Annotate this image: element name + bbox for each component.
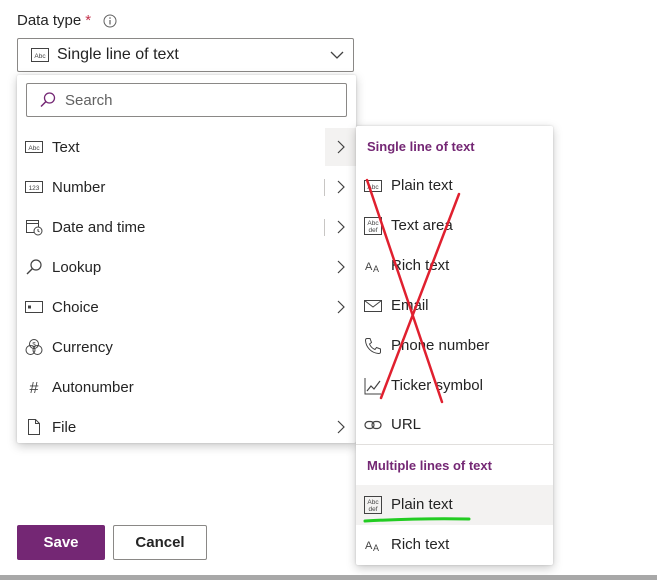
menu-item-label: Choice — [52, 298, 99, 316]
submenu-item-label: Rich text — [391, 257, 450, 274]
submenu-divider — [356, 444, 553, 445]
chevron-right-icon — [337, 140, 345, 154]
abc-icon: Abc — [31, 48, 49, 62]
abc-def-icon: Abc def — [364, 217, 382, 235]
mail-icon — [364, 300, 382, 312]
submenu-item-label: Rich text — [391, 536, 450, 553]
menu-item-choice[interactable]: Choice — [17, 287, 356, 327]
submenu-item-rich-text[interactable]: A A Rich text — [356, 246, 553, 286]
menu-item-label: File — [52, 418, 77, 436]
svg-text:def: def — [368, 227, 377, 234]
svg-text:Abc: Abc — [34, 53, 46, 60]
menu-item-number[interactable]: 123 Number — [17, 167, 356, 207]
svg-text:#: # — [30, 380, 39, 396]
data-type-dropdown[interactable]: Abc Single line of text — [17, 38, 354, 72]
choice-icon — [25, 301, 43, 313]
data-type-value: Single line of text — [57, 46, 179, 63]
phone-icon — [364, 338, 381, 355]
search-input[interactable]: Search — [26, 83, 347, 117]
submenu-item-ticker-symbol[interactable]: Ticker symbol — [356, 366, 553, 406]
menu-item-autonumber[interactable]: # Autonumber — [17, 367, 356, 407]
menu-item-label: Date and time — [52, 218, 146, 236]
submenu-header-multi: Multiple lines of text — [367, 458, 492, 473]
chevron-right-icon[interactable] — [335, 180, 347, 194]
svg-text:A: A — [373, 543, 379, 553]
submenu-item-plain-text[interactable]: Abc Plain text — [356, 166, 553, 206]
submenu-header-single: Single line of text — [367, 139, 475, 154]
rich-text-icon: A A — [365, 261, 379, 274]
svg-text:Abc: Abc — [367, 499, 379, 506]
currency-icon: $ — [25, 339, 43, 355]
submenu-item-url[interactable]: URL — [356, 405, 553, 445]
submenu-item-label: Text area — [391, 217, 453, 234]
submenu-item-label: Phone number — [391, 337, 490, 354]
svg-text:A: A — [365, 261, 373, 273]
submenu-item-label: Plain text — [391, 177, 453, 194]
abc-def-icon: Abc def — [364, 496, 382, 514]
link-icon — [364, 420, 382, 430]
required-mark: * — [85, 12, 92, 29]
data-type-menu: Search Abc Text 123 Number Date and time… — [17, 75, 356, 443]
rich-text-icon: A A — [365, 540, 379, 553]
save-button[interactable]: Save — [17, 525, 105, 560]
menu-item-label: Currency — [52, 338, 113, 356]
chevron-down-icon — [330, 51, 344, 59]
text-submenu: Single line of text Abc Plain text Abc d… — [356, 126, 553, 565]
hash-icon: # — [30, 380, 39, 396]
submenu-item-email[interactable]: Email — [356, 286, 553, 326]
submenu-item-multi-plain-text[interactable]: Abc def Plain text — [356, 485, 553, 525]
abc-icon: Abc — [364, 180, 382, 192]
submenu-item-text-area[interactable]: Abc def Text area — [356, 206, 553, 246]
chevron-right-icon — [337, 300, 345, 314]
menu-item-currency[interactable]: $ Currency — [17, 327, 356, 367]
search-icon — [26, 259, 42, 275]
submenu-item-multi-rich-text[interactable]: A A Rich text — [356, 525, 553, 565]
file-icon — [28, 419, 40, 435]
number-icon: 123 — [25, 181, 43, 193]
abc-icon: Abc — [25, 141, 43, 153]
chart-icon — [364, 378, 381, 395]
chevron-right-icon[interactable] — [335, 220, 347, 234]
cancel-button[interactable]: Cancel — [113, 525, 207, 560]
search-icon — [40, 92, 56, 108]
menu-item-file[interactable]: File — [17, 407, 356, 447]
menu-item-label: Number — [52, 178, 106, 196]
svg-text:Abc: Abc — [367, 184, 379, 191]
info-icon[interactable] — [103, 14, 117, 28]
menu-item-label: Text — [52, 138, 80, 156]
svg-text:A: A — [373, 264, 379, 274]
submenu-item-label: Ticker symbol — [391, 377, 483, 394]
bottom-border — [0, 575, 657, 580]
svg-text:Abc: Abc — [28, 145, 40, 152]
divider — [324, 219, 325, 236]
menu-item-date-and-time[interactable]: Date and time — [17, 207, 356, 247]
svg-text:Abc: Abc — [367, 220, 379, 227]
menu-item-text[interactable]: Abc Text — [17, 127, 356, 167]
chevron-right-icon — [337, 260, 345, 274]
data-type-label-text: Data type — [17, 12, 82, 29]
svg-text:123: 123 — [29, 185, 40, 192]
divider — [324, 179, 325, 196]
chevron-right-icon — [337, 420, 345, 434]
search-placeholder: Search — [65, 91, 113, 109]
submenu-item-phone-number[interactable]: Phone number — [356, 326, 553, 366]
svg-text:def: def — [368, 506, 377, 513]
menu-item-label: Lookup — [52, 258, 102, 276]
menu-item-lookup[interactable]: Lookup — [17, 247, 356, 287]
menu-item-label: Autonumber — [52, 378, 134, 396]
svg-text:A: A — [365, 540, 373, 552]
data-type-label: Data type * — [17, 12, 117, 29]
submenu-item-label: URL — [391, 416, 422, 433]
submenu-item-label: Email — [391, 297, 429, 314]
calendar-clock-icon — [26, 220, 43, 236]
submenu-item-label: Plain text — [391, 496, 453, 513]
